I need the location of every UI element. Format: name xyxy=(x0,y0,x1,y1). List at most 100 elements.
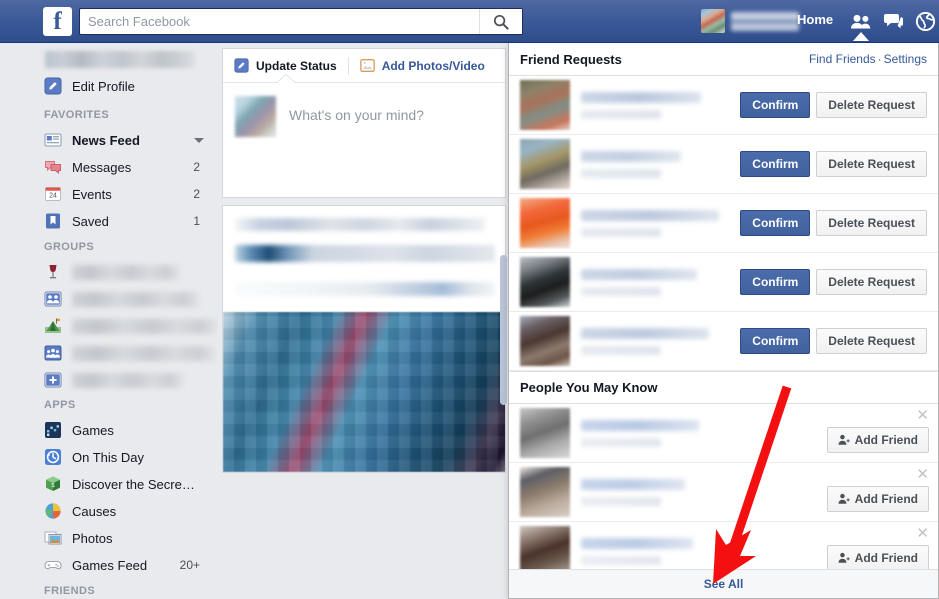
sidebar-edit-profile-label: Edit Profile xyxy=(72,78,135,94)
sidebar-item-news-feed[interactable]: News Feed xyxy=(0,127,218,153)
suggested-person-row[interactable]: ✕ Add Friend xyxy=(509,404,938,463)
confirm-button[interactable]: Confirm xyxy=(740,269,811,295)
sidebar-item-group-4[interactable] xyxy=(0,340,218,366)
composer-body[interactable]: What's on your mind? xyxy=(223,83,505,150)
sidebar-item-games-feed[interactable]: Games Feed 20+ xyxy=(0,552,218,578)
requester-avatar[interactable] xyxy=(520,257,570,307)
link-separator: · xyxy=(877,52,882,66)
sidebar-item-messages[interactable]: Messages 2 xyxy=(0,154,218,180)
requester-name-blurred xyxy=(581,268,697,280)
search-input[interactable] xyxy=(80,9,479,34)
find-friends-link[interactable]: Find Friends xyxy=(809,52,876,66)
suggested-person-name-blurred xyxy=(581,419,699,431)
sidebar-games-feed-label: Games Feed xyxy=(72,557,148,573)
profile-name-blurred[interactable] xyxy=(731,12,799,31)
composer-tabs: Update Status Add Photos/Video xyxy=(223,49,505,83)
sidebar-causes-label: Causes xyxy=(72,503,117,519)
close-icon[interactable]: ✕ xyxy=(916,408,929,423)
friend-requests-icon[interactable] xyxy=(847,9,873,33)
suggested-person-name-blurred xyxy=(581,478,685,490)
sidebar-item-group-2[interactable] xyxy=(0,286,218,312)
pencil-icon xyxy=(44,77,62,95)
sidebar-item-group-3[interactable] xyxy=(0,313,218,339)
suggested-person-row[interactable]: ✕ Add Friend xyxy=(509,463,938,522)
sidebar-item-photos[interactable]: Photos xyxy=(0,525,218,551)
delete-request-button[interactable]: Delete Request xyxy=(816,269,927,295)
left-sidebar: Edit Profile FAVORITES News Feed Message… xyxy=(0,43,218,599)
requester-mutual-blurred xyxy=(581,109,661,119)
sidebar-item-on-this-day[interactable]: On This Day xyxy=(0,444,218,470)
sidebar-item-group-1[interactable] xyxy=(0,259,218,285)
sidebar-games-label: Games xyxy=(72,422,114,438)
delete-request-button[interactable]: Delete Request xyxy=(816,328,927,354)
group-people-icon xyxy=(44,290,62,308)
requester-avatar[interactable] xyxy=(520,316,570,366)
sidebar-heading-friends: FRIENDS xyxy=(44,585,96,597)
friend-request-row[interactable]: Confirm Delete Request xyxy=(509,194,938,253)
sidebar-item-events[interactable]: 24 Events 2 xyxy=(0,181,218,207)
suggested-person-avatar[interactable] xyxy=(520,467,570,517)
requester-avatar[interactable] xyxy=(520,80,570,130)
friend-request-row[interactable]: Confirm Delete Request xyxy=(509,253,938,312)
add-friend-label: Add Friend xyxy=(854,551,918,565)
tab-add-photos-video[interactable]: Add Photos/Video xyxy=(349,49,496,82)
close-icon[interactable]: ✕ xyxy=(916,526,929,541)
svg-text:$: $ xyxy=(51,483,54,489)
suggested-person-avatar[interactable] xyxy=(520,408,570,458)
home-link[interactable]: Home xyxy=(797,12,833,27)
add-friend-button[interactable]: Add Friend xyxy=(826,427,929,453)
post-photo-blurred[interactable] xyxy=(223,312,505,472)
search-bar[interactable] xyxy=(79,8,523,35)
composer-placeholder[interactable]: What's on your mind? xyxy=(289,96,424,123)
friend-request-row[interactable]: Confirm Delete Request xyxy=(509,312,938,371)
close-icon[interactable]: ✕ xyxy=(916,467,929,482)
add-friend-button[interactable]: Add Friend xyxy=(826,486,929,512)
sidebar-profile-name-blurred[interactable] xyxy=(45,51,195,68)
friend-request-row[interactable]: Confirm Delete Request xyxy=(509,135,938,194)
confirm-button[interactable]: Confirm xyxy=(740,328,811,354)
search-icon[interactable] xyxy=(479,9,522,34)
requester-avatar[interactable] xyxy=(520,198,570,248)
sidebar-events-label: Events xyxy=(72,186,112,202)
facebook-logo[interactable]: f xyxy=(43,7,72,36)
wine-glass-icon xyxy=(44,263,62,281)
confirm-button[interactable]: Confirm xyxy=(740,210,811,236)
sidebar-item-edit-profile[interactable]: Edit Profile xyxy=(0,73,218,99)
games-icon xyxy=(44,421,62,439)
sidebar-messages-count: 2 xyxy=(193,160,200,174)
requester-info xyxy=(570,91,740,119)
delete-request-button[interactable]: Delete Request xyxy=(816,151,927,177)
on-this-day-icon xyxy=(44,448,62,466)
profile-avatar[interactable] xyxy=(701,9,725,33)
chevron-down-icon[interactable] xyxy=(194,137,204,143)
sidebar-heading-groups: GROUPS xyxy=(44,241,95,253)
suggested-person-mutual-blurred xyxy=(581,437,661,447)
friend-request-row[interactable]: Confirm Delete Request xyxy=(509,76,938,135)
requester-avatar[interactable] xyxy=(520,139,570,189)
sidebar-heading-apps: APPS xyxy=(44,399,76,411)
sidebar-item-causes[interactable]: Causes xyxy=(0,498,218,524)
feed-scrollbar[interactable] xyxy=(500,255,507,405)
sidebar-discover-label: Discover the Secre… xyxy=(72,476,195,492)
suggested-person-mutual-blurred xyxy=(581,555,661,565)
sidebar-games-feed-count: 20+ xyxy=(179,558,200,572)
add-friend-button[interactable]: Add Friend xyxy=(826,545,929,571)
notifications-globe-icon[interactable] xyxy=(912,9,938,33)
sidebar-item-games[interactable]: Games xyxy=(0,417,218,443)
sidebar-group-3-label-blurred xyxy=(72,318,218,334)
delete-request-button[interactable]: Delete Request xyxy=(816,210,927,236)
messages-icon[interactable] xyxy=(880,9,906,33)
confirm-button[interactable]: Confirm xyxy=(740,151,811,177)
photos-icon xyxy=(44,529,62,547)
sidebar-photos-label: Photos xyxy=(72,530,113,546)
confirm-button[interactable]: Confirm xyxy=(740,92,811,118)
post-text-line-2-blurred xyxy=(235,282,495,296)
sidebar-item-group-5[interactable] xyxy=(0,367,218,393)
sidebar-item-discover[interactable]: $ Discover the Secre… xyxy=(0,471,218,497)
group-crowd-icon xyxy=(44,344,62,362)
settings-link[interactable]: Settings xyxy=(884,52,927,66)
delete-request-button[interactable]: Delete Request xyxy=(816,92,927,118)
add-person-icon xyxy=(838,434,850,445)
see-all-link[interactable]: See All xyxy=(509,569,938,598)
sidebar-item-saved[interactable]: Saved 1 xyxy=(0,208,218,234)
